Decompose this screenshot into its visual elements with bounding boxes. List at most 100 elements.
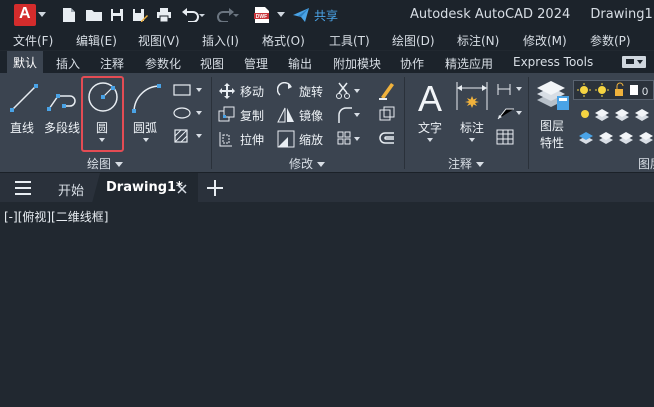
draw-panel-title: 绘图 bbox=[87, 157, 112, 171]
copy-label[interactable]: 复制 bbox=[240, 107, 264, 124]
ribbon-tab-bar: 默认 插入 注释 参数化 视图 管理 输出 附加模块 协作 精选应用 Expre… bbox=[0, 51, 654, 73]
ribbon-minimize-button[interactable] bbox=[622, 56, 646, 68]
new-tab-plus-icon[interactable] bbox=[206, 179, 224, 197]
layer-properties-label-1[interactable]: 图层 bbox=[540, 117, 564, 134]
scale-icon[interactable] bbox=[277, 130, 295, 148]
offset-icon[interactable] bbox=[377, 129, 397, 149]
table-icon[interactable] bbox=[496, 129, 516, 145]
menu-view[interactable]: 视图(V) bbox=[138, 32, 180, 49]
tab-insert[interactable]: 插入 bbox=[56, 55, 80, 72]
tab-featured-apps[interactable]: 精选应用 bbox=[445, 55, 493, 72]
title-bar: A DWF 共享 Autodesk AutoCAD 2024 Drawing1.… bbox=[0, 0, 654, 30]
menu-format[interactable]: 格式(O) bbox=[262, 32, 305, 49]
print-icon[interactable] bbox=[154, 5, 174, 25]
menu-file[interactable]: 文件(F) bbox=[13, 32, 53, 49]
dimension-label[interactable]: 标注 bbox=[460, 119, 484, 136]
save-icon[interactable] bbox=[108, 5, 126, 25]
save-as-icon[interactable] bbox=[130, 5, 150, 25]
arc-icon[interactable] bbox=[130, 82, 162, 114]
polyline-label[interactable]: 多段线 bbox=[44, 119, 80, 136]
drawing-canvas[interactable]: [-][俯视][二维线框] bbox=[0, 202, 654, 407]
rectangle-icon[interactable] bbox=[172, 82, 206, 98]
tab-default[interactable]: 默认 bbox=[7, 51, 44, 73]
circle-icon[interactable] bbox=[87, 81, 119, 113]
drawing-tab[interactable]: Drawing1* bbox=[92, 173, 198, 203]
dwf-text: DWF bbox=[256, 14, 267, 20]
stretch-icon[interactable] bbox=[218, 130, 236, 148]
tab-parametric[interactable]: 参数化 bbox=[145, 55, 181, 72]
undo-icon[interactable] bbox=[180, 5, 206, 25]
file-tab-bar: 开始 Drawing1* bbox=[0, 172, 654, 203]
qat-dropdown-icon[interactable] bbox=[276, 5, 286, 25]
tab-annotate[interactable]: 注释 bbox=[100, 55, 124, 72]
array-icon[interactable] bbox=[336, 129, 362, 149]
mirror-label[interactable]: 镜像 bbox=[299, 107, 323, 124]
dwf-publish-icon[interactable]: DWF bbox=[252, 5, 272, 25]
share-button[interactable]: 共享 bbox=[292, 5, 344, 25]
viewport-controls[interactable]: [-][俯视][二维线框] bbox=[4, 208, 108, 225]
tab-addins[interactable]: 附加模块 bbox=[333, 55, 381, 72]
annotation-panel-title: 注释 bbox=[448, 157, 473, 171]
text-dropdown-icon[interactable] bbox=[427, 138, 433, 142]
ellipse-icon[interactable] bbox=[172, 105, 206, 121]
line-icon[interactable] bbox=[8, 82, 40, 114]
tab-output[interactable]: 输出 bbox=[288, 55, 312, 72]
tab-express-tools[interactable]: Express Tools bbox=[513, 55, 593, 69]
layer-properties-icon[interactable] bbox=[535, 80, 571, 114]
application-menu-button[interactable]: A bbox=[14, 4, 46, 26]
copy-icon[interactable] bbox=[218, 106, 236, 124]
tab-collaborate[interactable]: 协作 bbox=[400, 55, 424, 72]
arc-label[interactable]: 圆弧 bbox=[133, 119, 157, 136]
rotate-icon[interactable] bbox=[276, 81, 295, 100]
draw-panel-label[interactable]: 绘图 bbox=[87, 155, 124, 172]
fillet-icon[interactable] bbox=[336, 105, 362, 125]
close-icon[interactable] bbox=[177, 183, 187, 194]
modify-panel-label[interactable]: 修改 bbox=[289, 155, 326, 172]
start-tab[interactable]: 开始 bbox=[46, 173, 96, 203]
menu-edit[interactable]: 编辑(E) bbox=[76, 32, 117, 49]
layer-properties-label-2[interactable]: 特性 bbox=[540, 134, 564, 151]
erase-icon[interactable] bbox=[377, 81, 397, 101]
text-icon[interactable]: A bbox=[414, 78, 446, 119]
stretch-label[interactable]: 拉伸 bbox=[240, 131, 264, 148]
arc-dropdown-icon[interactable] bbox=[143, 138, 149, 142]
hamburger-menu-icon[interactable] bbox=[15, 181, 31, 195]
menu-insert[interactable]: 插入(I) bbox=[202, 32, 239, 49]
paper-plane-icon bbox=[293, 8, 309, 22]
layer-dropdown[interactable]: 0 bbox=[573, 80, 654, 100]
open-folder-icon[interactable] bbox=[84, 5, 104, 25]
dimension-icon[interactable] bbox=[454, 80, 490, 114]
menu-draw[interactable]: 绘图(D) bbox=[392, 32, 435, 49]
new-file-icon[interactable] bbox=[60, 5, 78, 25]
svg-text:A: A bbox=[418, 78, 442, 116]
move-icon[interactable] bbox=[218, 82, 236, 100]
mirror-icon[interactable] bbox=[277, 106, 295, 124]
menu-dimension[interactable]: 标注(N) bbox=[457, 32, 499, 49]
rotate-label[interactable]: 旋转 bbox=[299, 83, 323, 100]
circle-dropdown-icon[interactable] bbox=[99, 138, 105, 142]
line-label[interactable]: 直线 bbox=[10, 119, 34, 136]
tab-view[interactable]: 视图 bbox=[200, 55, 224, 72]
layer-tools-row-1[interactable] bbox=[577, 106, 654, 122]
explode-icon[interactable] bbox=[377, 105, 397, 125]
window-title: Autodesk AutoCAD 2024 Drawing1.dwg bbox=[410, 7, 654, 22]
leader-icon[interactable] bbox=[496, 105, 526, 121]
redo-icon[interactable] bbox=[214, 5, 240, 25]
menu-tools[interactable]: 工具(T) bbox=[329, 32, 370, 49]
tab-manage[interactable]: 管理 bbox=[244, 55, 268, 72]
scale-label[interactable]: 缩放 bbox=[299, 131, 323, 148]
share-label: 共享 bbox=[314, 8, 339, 23]
polyline-icon[interactable] bbox=[46, 82, 80, 114]
circle-label[interactable]: 圆 bbox=[96, 119, 108, 136]
text-label[interactable]: 文字 bbox=[418, 119, 442, 136]
layer-tools-row-2[interactable] bbox=[577, 129, 654, 145]
menu-parameter[interactable]: 参数(P) bbox=[590, 32, 631, 49]
linear-dim-icon[interactable] bbox=[496, 81, 526, 97]
menu-modify[interactable]: 修改(M) bbox=[523, 32, 567, 49]
dimension-dropdown-icon[interactable] bbox=[469, 138, 475, 142]
layers-panel-label[interactable]: 图层 bbox=[638, 155, 654, 172]
hatch-icon[interactable] bbox=[172, 128, 206, 144]
annotation-panel-label[interactable]: 注释 bbox=[448, 155, 485, 172]
trim-icon[interactable] bbox=[336, 81, 362, 101]
move-label[interactable]: 移动 bbox=[240, 83, 264, 100]
